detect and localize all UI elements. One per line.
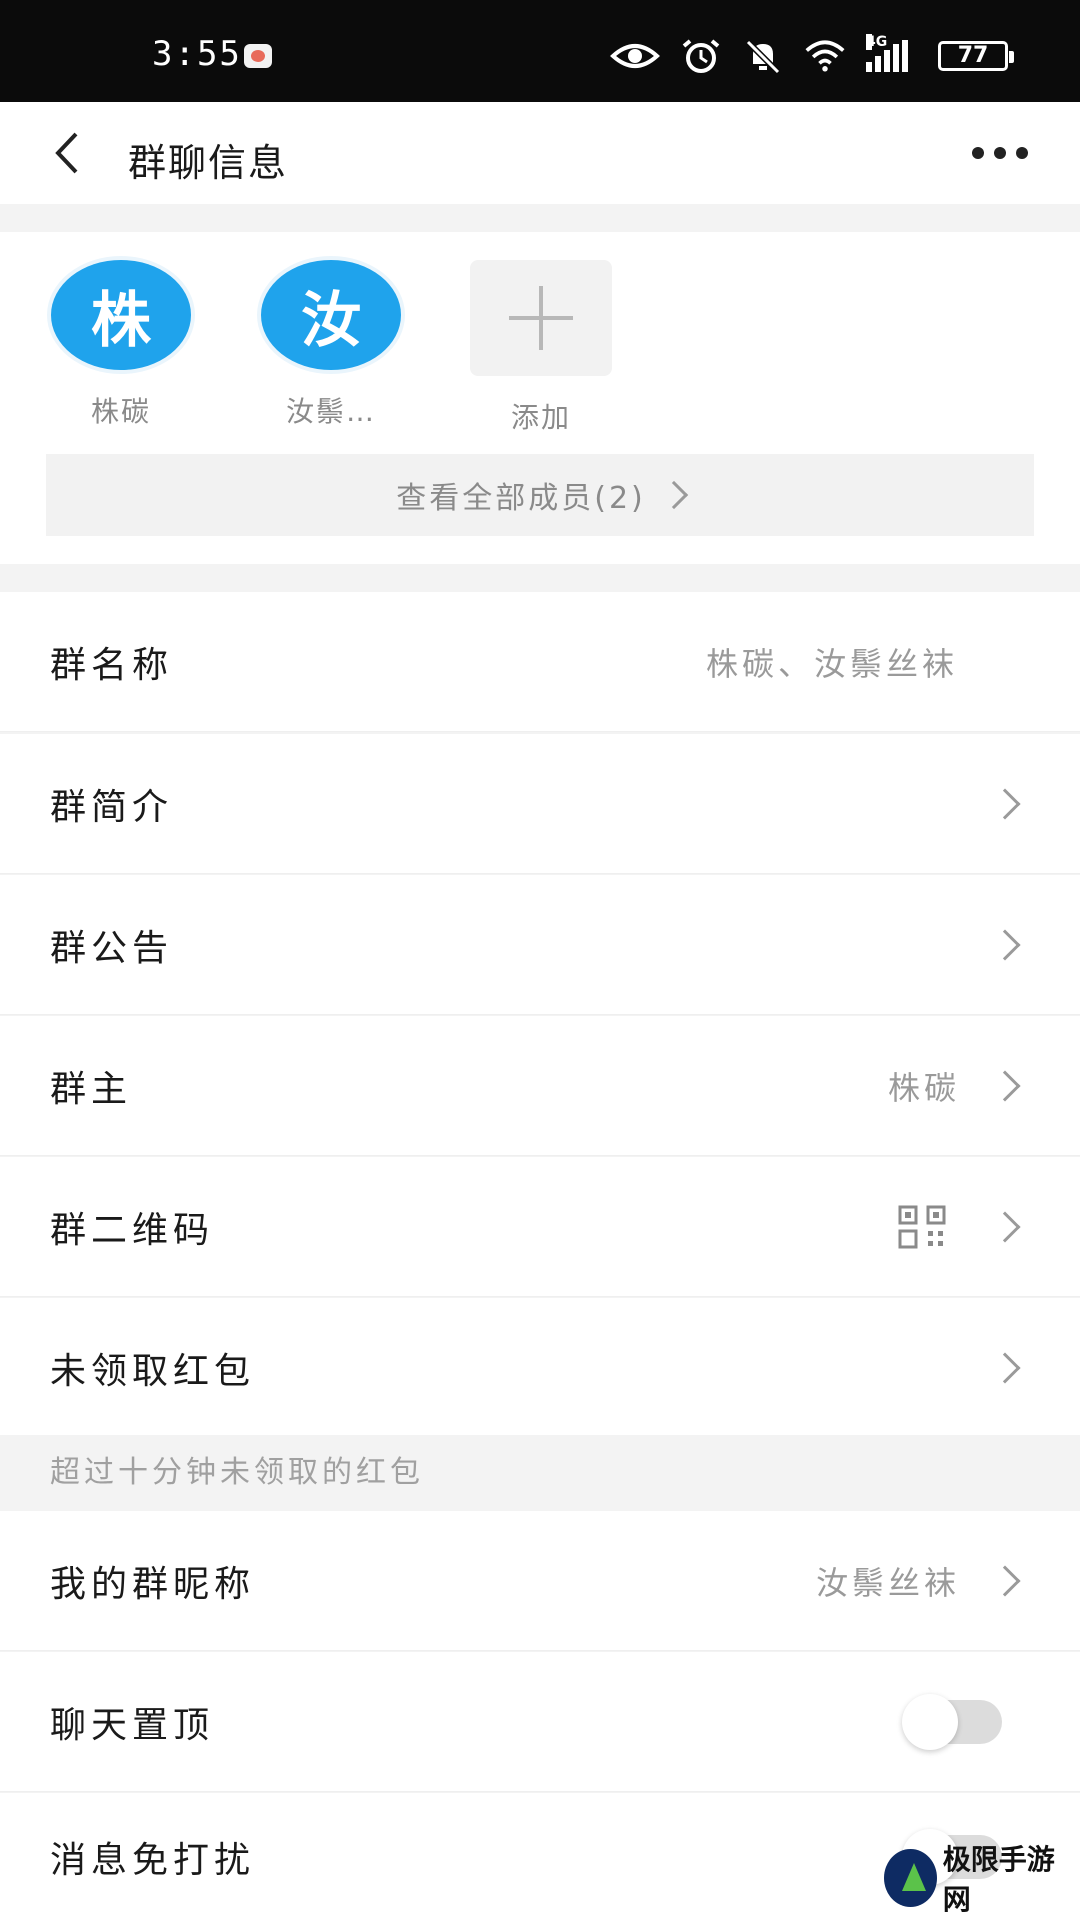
- row-label: 群名称: [50, 644, 174, 686]
- avatar: 汝: [261, 260, 401, 370]
- group-notice-row[interactable]: 群公告: [0, 875, 1080, 1015]
- member-item[interactable]: 汝 汝鬃…: [256, 260, 406, 430]
- wifi-icon: [805, 40, 845, 72]
- alarm-icon: [682, 39, 720, 73]
- chevron-right-icon: [659, 480, 688, 510]
- pin-chat-toggle[interactable]: [902, 1693, 1002, 1750]
- member-name: 株碳: [90, 395, 151, 428]
- view-all-label: 查看全部成员(2): [396, 481, 646, 516]
- row-label: 聊天置顶: [50, 1704, 215, 1746]
- more-options-icon[interactable]: [972, 142, 1028, 164]
- back-arrow-icon[interactable]: [46, 130, 92, 176]
- group-name-row[interactable]: 群名称 株碳、汝鬃丝袜: [0, 592, 1080, 732]
- group-intro-row[interactable]: 群简介: [0, 734, 1080, 874]
- view-all-members-button[interactable]: 查看全部成员(2): [46, 454, 1034, 536]
- toggle-knob: [902, 1693, 958, 1750]
- plus-icon: [470, 260, 612, 376]
- red-packets-row[interactable]: 未领取红包: [0, 1298, 1080, 1438]
- network-type: 4G: [866, 34, 888, 50]
- signal-icon: 4G: [866, 34, 918, 72]
- my-nickname-row[interactable]: 我的群昵称 汝鬃丝袜: [0, 1511, 1080, 1651]
- notification-app-icon: [244, 44, 272, 68]
- chevron-right-icon: [989, 1069, 1021, 1102]
- row-label: 群主: [50, 1068, 133, 1110]
- pin-chat-row: 聊天置顶: [0, 1652, 1080, 1792]
- chevron-right-icon: [989, 1564, 1021, 1597]
- add-member-label: 添加: [510, 401, 571, 434]
- hint-text: 超过十分钟未领取的红包: [50, 1455, 424, 1490]
- battery-level: 77: [957, 43, 989, 68]
- status-bar: 3:55 4G 77: [0, 0, 1080, 102]
- chevron-right-icon: [989, 1352, 1021, 1384]
- group-owner-value: 株碳: [887, 1068, 960, 1107]
- header: 群聊信息: [0, 102, 1080, 204]
- page-title: 群聊信息: [128, 141, 289, 185]
- avatar: 株: [51, 260, 191, 370]
- member-name: 汝鬃…: [285, 395, 376, 428]
- add-member-button[interactable]: 添加: [466, 260, 616, 436]
- row-label: 群简介: [50, 786, 174, 828]
- row-label: 我的群昵称: [50, 1563, 256, 1605]
- chevron-right-icon: [989, 787, 1021, 820]
- row-label: 群公告: [50, 927, 174, 969]
- member-item[interactable]: 株 株碳: [46, 260, 196, 430]
- group-qr-row[interactable]: 群二维码: [0, 1157, 1080, 1297]
- qr-code-icon: [898, 1205, 946, 1248]
- row-label: 未领取红包: [50, 1351, 256, 1392]
- status-icons: 4G 77: [610, 34, 1014, 76]
- eye-icon: [610, 44, 660, 68]
- row-label: 群二维码: [50, 1209, 215, 1251]
- status-time: 3:55: [152, 34, 242, 74]
- red-packet-hint: 超过十分钟未领取的红包: [0, 1435, 1080, 1511]
- watermark-logo-icon: [884, 1849, 937, 1907]
- battery-icon: 77: [938, 41, 1014, 71]
- mute-bell-icon: [745, 39, 781, 74]
- chevron-right-icon: [989, 1210, 1021, 1243]
- chevron-right-icon: [989, 928, 1021, 961]
- members-card: 株 株碳 汝 汝鬃… 添加 查看全部成员(2): [0, 232, 1080, 564]
- row-label: 消息免打扰: [50, 1839, 256, 1881]
- group-name-value: 株碳、汝鬃丝袜: [705, 644, 958, 683]
- group-owner-row[interactable]: 群主 株碳: [0, 1016, 1080, 1156]
- my-nickname-value: 汝鬃丝袜: [815, 1563, 960, 1602]
- watermark-text: 极限手游网: [942, 1843, 1055, 1916]
- watermark: 极限手游网: [884, 1842, 1070, 1916]
